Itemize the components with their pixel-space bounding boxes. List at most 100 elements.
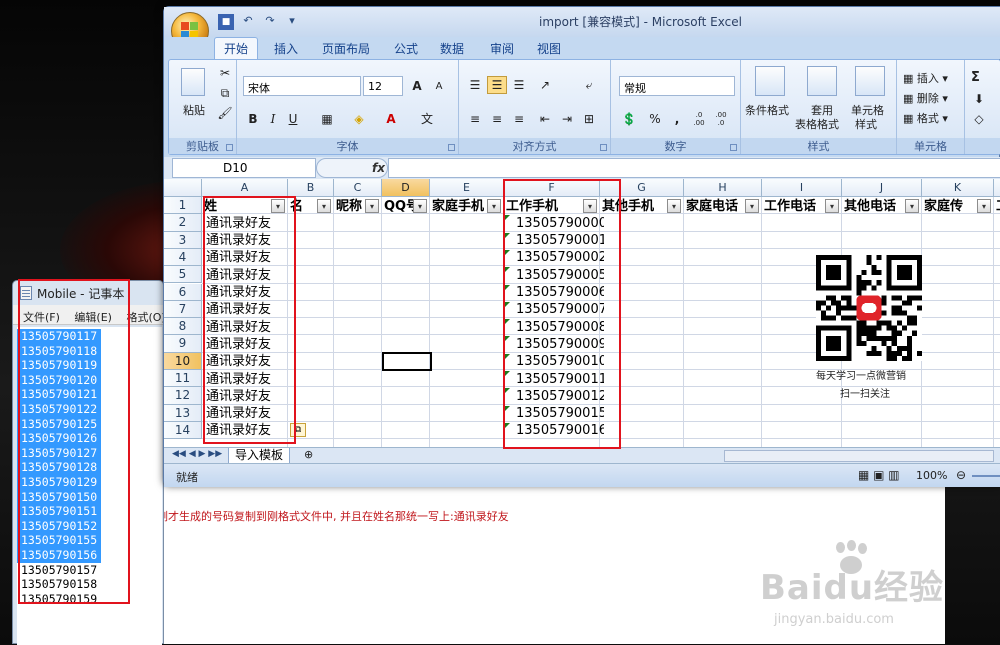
tab-review[interactable]: 审阅 <box>490 40 514 57</box>
row-header[interactable]: 5 <box>164 266 202 284</box>
zoom-slider[interactable] <box>972 475 1000 477</box>
increase-indent-icon[interactable]: ⇥ <box>557 110 577 128</box>
name-box[interactable]: D10 <box>172 158 316 178</box>
header-cell[interactable]: 工作电话 <box>764 198 816 215</box>
tab-insert[interactable]: 插入 <box>274 40 298 57</box>
tab-view[interactable]: 视图 <box>537 40 561 57</box>
excel-titlebar[interactable]: ■ ↶ ↷ ▾ import [兼容模式] - Microsoft Excel <box>164 7 1000 37</box>
row-header[interactable]: 8 <box>164 318 202 336</box>
font-name-select[interactable]: 宋体 <box>243 76 361 96</box>
zoom-level[interactable]: 100% <box>916 469 947 482</box>
filter-dropdown-icon[interactable]: ▾ <box>317 199 331 213</box>
phonetic-button[interactable]: 文 <box>417 110 437 128</box>
cut-icon[interactable]: ✂ <box>215 64 235 82</box>
header-cell[interactable]: 工 <box>996 198 1000 215</box>
border-icon[interactable]: ▦ <box>317 110 337 128</box>
save-icon[interactable]: ■ <box>218 14 234 30</box>
menu-format[interactable]: 格式(O) <box>126 311 165 324</box>
decrease-indent-icon[interactable]: ⇤ <box>535 110 555 128</box>
dialog-launcher-icon[interactable] <box>226 144 233 151</box>
grow-font-button[interactable]: A <box>407 77 427 95</box>
select-all-corner[interactable] <box>164 179 202 197</box>
align-bottom-icon[interactable]: ☰ <box>509 76 529 94</box>
filter-dropdown-icon[interactable]: ▾ <box>365 199 379 213</box>
tab-data[interactable]: 数据 <box>440 40 464 57</box>
header-cell[interactable]: 家庭手机 <box>432 198 484 215</box>
underline-button[interactable]: U <box>283 110 303 128</box>
merge-center-icon[interactable]: ⊞ <box>579 110 599 128</box>
align-left-icon[interactable]: ≡ <box>465 110 485 128</box>
delete-cells-button[interactable]: ▦ 删除 ▾ <box>903 90 948 106</box>
filter-dropdown-icon[interactable]: ▾ <box>667 199 681 213</box>
copy-icon[interactable]: ⧉ <box>215 84 235 102</box>
format-table-icon[interactable] <box>807 66 837 96</box>
paste-label[interactable]: 粘贴 <box>183 102 205 118</box>
column-header-b[interactable]: B <box>288 179 334 197</box>
horizontal-scrollbar[interactable] <box>724 450 994 462</box>
dialog-launcher-icon[interactable] <box>730 144 737 151</box>
row-header[interactable]: 11 <box>164 370 202 388</box>
row-header[interactable]: 1 <box>164 197 202 215</box>
row-header[interactable]: 10 <box>164 352 202 370</box>
percent-button[interactable]: % <box>645 110 665 128</box>
align-right-icon[interactable]: ≡ <box>509 110 529 128</box>
filter-dropdown-icon[interactable]: ▾ <box>825 199 839 213</box>
paste-icon[interactable] <box>181 68 205 96</box>
insert-sheet-icon[interactable]: ⊕ <box>304 448 313 461</box>
tab-formulas[interactable]: 公式 <box>394 40 418 57</box>
sheet-tab-import-template[interactable]: 导入模板 <box>228 448 291 464</box>
filter-dropdown-icon[interactable]: ▾ <box>487 199 501 213</box>
header-cell[interactable]: 家庭电话 <box>686 198 738 215</box>
wrap-text-icon[interactable]: ⤶ <box>579 76 599 94</box>
tab-page-layout[interactable]: 页面布局 <box>322 40 370 57</box>
insert-function-button[interactable]: fx <box>316 158 388 178</box>
row-header[interactable]: 14 <box>164 421 202 440</box>
font-color-icon[interactable]: A <box>381 110 401 128</box>
dialog-launcher-icon[interactable] <box>600 144 607 151</box>
bold-button[interactable]: B <box>243 110 263 128</box>
column-header-d[interactable]: D <box>382 179 430 197</box>
italic-button[interactable]: I <box>263 110 283 128</box>
view-buttons-icon[interactable]: ▦ ▣ ▥ <box>858 468 900 482</box>
cell-styles-label-2[interactable]: 样式 <box>855 116 877 132</box>
format-painter-icon[interactable]: 🖌 <box>215 104 235 122</box>
fill-color-icon[interactable]: ◈ <box>349 110 369 128</box>
orientation-icon[interactable]: ↗ <box>535 76 555 94</box>
format-cells-button[interactable]: ▦ 格式 ▾ <box>903 110 948 126</box>
comma-button[interactable]: , <box>667 110 687 128</box>
row-header[interactable]: 13 <box>164 404 202 422</box>
zoom-out-icon[interactable]: ⊖ <box>956 468 966 482</box>
column-header-k[interactable]: K <box>922 179 994 197</box>
tab-home[interactable]: 开始 <box>214 37 259 60</box>
active-cell-d10[interactable] <box>382 351 432 371</box>
clear-icon[interactable]: ◇ <box>969 110 989 128</box>
fill-icon[interactable]: ⬇ <box>969 90 989 108</box>
undo-icon[interactable]: ↶ <box>240 13 256 29</box>
row-header[interactable]: 3 <box>164 231 202 249</box>
row-header[interactable]: 9 <box>164 335 202 353</box>
column-header-e[interactable]: E <box>430 179 504 197</box>
row-header[interactable]: 6 <box>164 283 202 301</box>
column-header-i[interactable]: I <box>762 179 842 197</box>
redo-icon[interactable]: ↷ <box>262 13 278 29</box>
decrease-decimal-button[interactable]: .00 .0 <box>711 110 731 128</box>
autosum-button[interactable]: Σ <box>971 70 980 85</box>
align-middle-icon[interactable]: ☰ <box>487 76 507 94</box>
column-header-h[interactable]: H <box>684 179 762 197</box>
row-header[interactable]: 7 <box>164 300 202 319</box>
column-header-a[interactable]: A <box>202 179 288 197</box>
column-header-c[interactable]: C <box>334 179 382 197</box>
filter-dropdown-icon[interactable]: ▾ <box>413 199 427 213</box>
filter-dropdown-icon[interactable]: ▾ <box>745 199 759 213</box>
column-header-partial[interactable] <box>994 179 1000 197</box>
column-header-j[interactable]: J <box>842 179 922 197</box>
formula-input[interactable] <box>388 158 1000 178</box>
row-header[interactable]: 2 <box>164 214 202 232</box>
sheet-nav-icons[interactable]: ◀◀ ◀ ▶ ▶▶ <box>172 449 222 459</box>
cell-styles-icon[interactable] <box>855 66 885 96</box>
row-header[interactable]: 4 <box>164 248 202 267</box>
dialog-launcher-icon[interactable] <box>448 144 455 151</box>
number-format-select[interactable]: 常规 <box>619 76 735 96</box>
format-table-label-2[interactable]: 表格格式 <box>795 116 839 132</box>
header-cell[interactable]: 家庭传 <box>924 198 963 215</box>
